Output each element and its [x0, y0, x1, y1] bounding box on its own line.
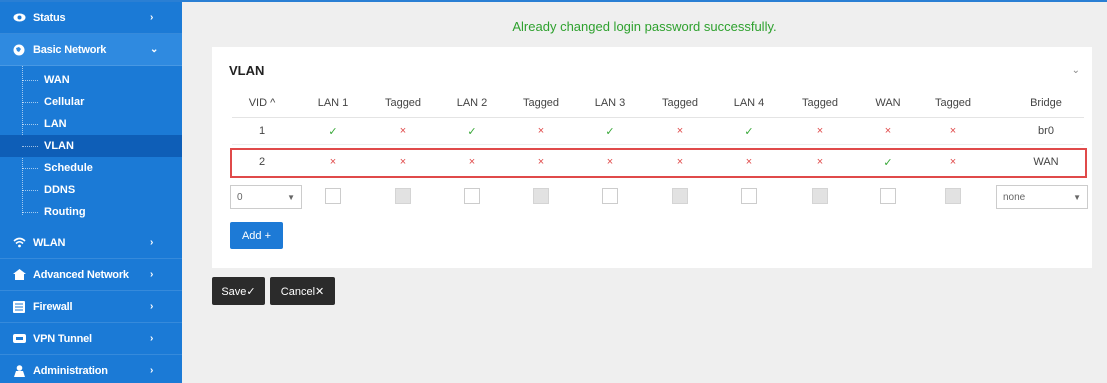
col-header-lan3-tagged: Tagged	[661, 97, 699, 109]
row1-lan3: ✓	[605, 126, 615, 138]
nav-status-label: Status	[33, 11, 66, 24]
nav-wlan[interactable]: WLAN ›	[0, 227, 182, 259]
header-divider	[232, 117, 1084, 118]
chevron-right-icon: ›	[150, 365, 154, 376]
firewall-icon	[12, 300, 26, 314]
vpn-icon	[12, 332, 26, 346]
wan-tagged-checkbox[interactable]	[945, 188, 961, 204]
row1-lan4: ✓	[744, 126, 754, 138]
main-content: Already changed login password successfu…	[182, 2, 1107, 383]
chevron-right-icon: ›	[150, 333, 154, 344]
home-icon	[12, 268, 26, 282]
nav-basic-network-label: Basic Network	[33, 43, 107, 56]
row2-lan2: ×	[468, 156, 476, 168]
add-button[interactable]: Add +	[230, 222, 283, 249]
lan2-tagged-checkbox[interactable]	[533, 188, 549, 204]
bridge-select[interactable]: none ▼	[996, 185, 1088, 209]
lan4-tagged-checkbox[interactable]	[812, 188, 828, 204]
vid-select[interactable]: 0 ▼	[230, 185, 302, 209]
row1-lan1: ✓	[328, 126, 338, 138]
nav-advanced-network-label: Advanced Network	[33, 268, 129, 281]
nav-vpn-tunnel-label: VPN Tunnel	[33, 332, 92, 345]
save-button[interactable]: Save✓	[212, 277, 265, 305]
col-header-lan4-tagged: Tagged	[801, 97, 839, 109]
sidebar-item-vlan[interactable]: VLAN	[0, 135, 182, 157]
nav-firewall-label: Firewall	[33, 300, 73, 313]
col-header-lan2-tagged: Tagged	[522, 97, 560, 109]
lan4-checkbox[interactable]	[741, 188, 757, 204]
row1-lan2: ✓	[467, 126, 477, 138]
col-header-lan1: LAN 1	[317, 97, 349, 109]
vlan-panel: VLAN ⌄ VID ^ LAN 1 Tagged LAN 2 Tagged L…	[212, 47, 1092, 268]
col-header-bridge: Bridge	[1030, 97, 1062, 109]
nav-vpn-tunnel[interactable]: VPN Tunnel ›	[0, 323, 182, 355]
row2-bridge: WAN	[1033, 156, 1059, 168]
col-header-lan1-tagged: Tagged	[384, 97, 422, 109]
sidebar-item-ddns[interactable]: DDNS	[0, 179, 182, 201]
lan2-checkbox[interactable]	[464, 188, 480, 204]
bridge-select-value: none	[1003, 191, 1026, 203]
row1-lan3-tagged: ×	[676, 125, 684, 137]
dropdown-arrow-icon: ▼	[1073, 192, 1081, 202]
row2-lan1-tagged: ×	[399, 156, 407, 168]
row1-lan2-tagged: ×	[537, 125, 545, 137]
row-divider	[232, 144, 1084, 145]
sidebar-item-routing[interactable]: Routing	[0, 201, 182, 223]
success-message: Already changed login password successfu…	[512, 19, 777, 34]
row1-wan: ×	[884, 125, 892, 137]
row1-lan1-tagged: ×	[399, 125, 407, 137]
row2-lan1: ×	[329, 156, 337, 168]
lan1-tagged-checkbox[interactable]	[395, 188, 411, 204]
nav-wlan-label: WLAN	[33, 236, 66, 249]
chevron-right-icon: ›	[150, 301, 154, 312]
eye-icon	[12, 11, 26, 25]
lan3-tagged-checkbox[interactable]	[672, 188, 688, 204]
col-header-lan3: LAN 3	[594, 97, 626, 109]
nav-basic-network[interactable]: Basic Network ⌄	[0, 34, 182, 66]
basic-network-submenu: WAN Cellular LAN VLAN Schedule DDNS Rout…	[0, 66, 182, 227]
row2-lan3: ×	[606, 156, 614, 168]
row2-vid: 2	[258, 156, 266, 168]
chevron-down-icon[interactable]: ⌄	[1072, 65, 1080, 76]
sidebar-item-schedule[interactable]: Schedule	[0, 157, 182, 179]
user-icon	[12, 364, 26, 378]
sidebar-item-wan[interactable]: WAN	[0, 69, 182, 91]
row2-lan4-tagged: ×	[816, 156, 824, 168]
cancel-button[interactable]: Cancel✕	[270, 277, 335, 305]
chevron-right-icon: ›	[150, 269, 154, 280]
globe-icon	[12, 43, 26, 57]
vid-select-value: 0	[237, 191, 243, 203]
nav-administration-label: Administration	[33, 364, 108, 377]
col-header-wan-tagged: Tagged	[934, 97, 972, 109]
nav-administration[interactable]: Administration ›	[0, 355, 182, 383]
chevron-right-icon: ›	[150, 237, 154, 248]
panel-title: VLAN	[229, 63, 265, 78]
wan-checkbox[interactable]	[880, 188, 896, 204]
dropdown-arrow-icon: ▼	[287, 192, 295, 202]
chevron-down-icon: ⌄	[150, 44, 159, 55]
chevron-right-icon: ›	[150, 12, 154, 23]
col-header-wan: WAN	[875, 97, 901, 109]
nav-firewall[interactable]: Firewall ›	[0, 291, 182, 323]
wifi-icon	[12, 236, 26, 250]
row2-wan: ✓	[883, 157, 893, 169]
row2-lan2-tagged: ×	[537, 156, 545, 168]
col-header-vid[interactable]: VID ^	[242, 97, 282, 109]
row1-wan-tagged: ×	[949, 125, 957, 137]
row1-vid: 1	[258, 125, 266, 137]
row2-wan-tagged: ×	[949, 156, 957, 168]
col-header-lan2: LAN 2	[456, 97, 488, 109]
lan3-checkbox[interactable]	[602, 188, 618, 204]
sidebar-item-cellular[interactable]: Cellular	[0, 91, 182, 113]
nav-status[interactable]: Status ›	[0, 2, 182, 34]
col-header-lan4: LAN 4	[733, 97, 765, 109]
nav-advanced-network[interactable]: Advanced Network ›	[0, 259, 182, 291]
row1-bridge: br0	[1038, 125, 1054, 137]
sidebar: Status › Basic Network ⌄ WAN Cellular LA…	[0, 2, 182, 383]
row2-lan3-tagged: ×	[676, 156, 684, 168]
row1-lan4-tagged: ×	[816, 125, 824, 137]
lan1-checkbox[interactable]	[325, 188, 341, 204]
sidebar-item-lan[interactable]: LAN	[0, 113, 182, 135]
row2-lan4: ×	[745, 156, 753, 168]
